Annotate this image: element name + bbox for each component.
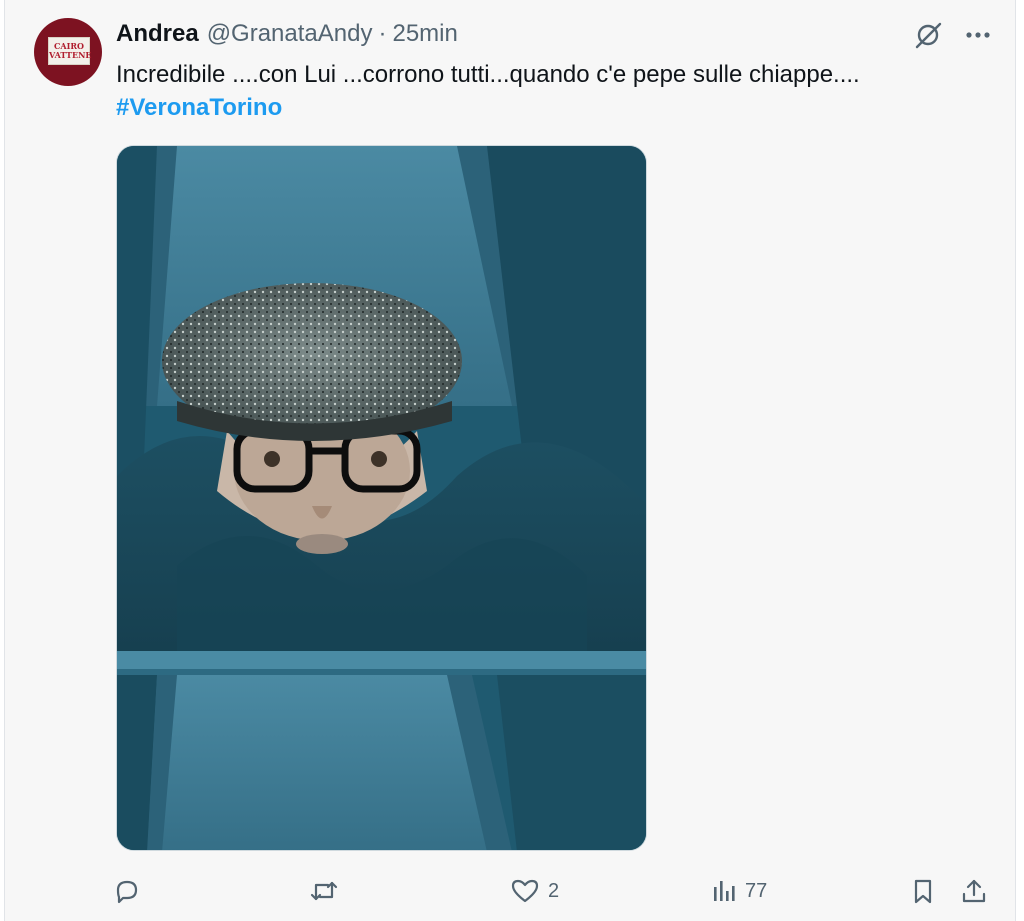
share-button[interactable]: [960, 872, 988, 910]
views-icon: [714, 881, 735, 901]
views-button[interactable]: 77: [709, 872, 767, 910]
bookmark-icon: [914, 879, 932, 904]
tweet-body: Incredibile ....con Lui ...corrono tutti…: [116, 61, 860, 88]
photo-illustration: [117, 146, 646, 850]
avatar-banner-image: CAIRO VATTENE: [48, 37, 92, 65]
like-button[interactable]: 2: [510, 872, 559, 910]
hashtag-link[interactable]: #VeronaTorino: [116, 91, 996, 124]
grok-icon[interactable]: [911, 18, 945, 52]
like-count: 2: [548, 879, 560, 902]
reply-icon: [116, 880, 138, 904]
more-icon[interactable]: [961, 18, 995, 52]
tweet-header: Andrea @GranataAndy · 25min: [116, 20, 458, 50]
retweet-icon: [310, 881, 338, 901]
tweet-card[interactable]: CAIRO VATTENE Andrea @GranataAndy · 25mi…: [4, 0, 1016, 921]
views-count: 77: [745, 879, 768, 902]
avatar[interactable]: CAIRO VATTENE: [34, 18, 102, 86]
separator-dot: ·: [378, 20, 387, 47]
share-icon: [962, 879, 986, 903]
tweet-text: Incredibile ....con Lui ...corrono tutti…: [116, 58, 996, 124]
avatar-text-line2: VATTENE: [49, 50, 92, 60]
author-name[interactable]: Andrea: [116, 20, 199, 48]
retweet-button[interactable]: [308, 872, 340, 910]
reply-button[interactable]: [113, 872, 141, 910]
author-handle[interactable]: @GranataAndy: [207, 20, 373, 48]
like-icon: [511, 879, 539, 903]
tweet-photo[interactable]: [116, 145, 647, 851]
tweet-actions: 2 77: [5, 872, 1017, 910]
bookmark-button[interactable]: [909, 872, 937, 910]
tweet-time[interactable]: 25min: [392, 20, 457, 48]
